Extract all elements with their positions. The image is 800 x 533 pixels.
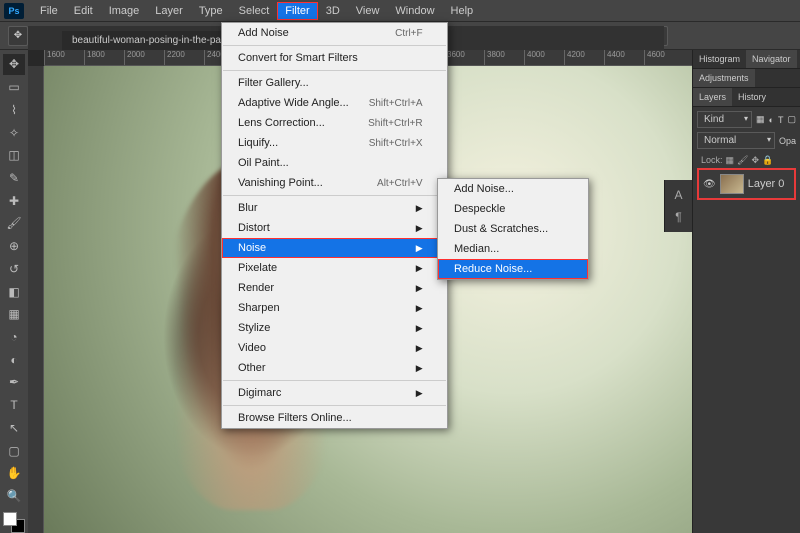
menu-filter[interactable]: Filter (277, 2, 317, 20)
layer-thumbnail[interactable] (720, 174, 744, 194)
lock-pixels-icon[interactable]: 🖌 (737, 155, 748, 166)
menu-type[interactable]: Type (191, 2, 231, 20)
paragraph-panel-icon[interactable]: ¶ (675, 210, 681, 224)
app-logo: Ps (4, 3, 24, 19)
filter-adjust-icon[interactable]: ◐ (769, 115, 774, 125)
collapsed-panel-dock: A ¶ (664, 180, 692, 232)
hand-tool[interactable]: ✋ (3, 463, 25, 484)
menu-3d[interactable]: 3D (318, 2, 348, 20)
menu-edit[interactable]: Edit (66, 2, 101, 20)
clone-tool[interactable]: ⊕ (3, 236, 25, 257)
filter-stylize[interactable]: Stylize▶ (222, 318, 447, 338)
path-tool[interactable]: ↖ (3, 418, 25, 439)
marquee-tool[interactable]: ▭ (3, 77, 25, 98)
tools-panel: ✥ ▭ ⌇ ✧ ◫ ✎ ✚ 🖌 ⊕ ↺ ◧ ▦ ◔ ◐ ✒ T ↖ ▢ ✋ 🔍 (0, 50, 28, 533)
tab-adjustments[interactable]: Adjustments (693, 69, 755, 87)
noise-reduce[interactable]: Reduce Noise... (438, 259, 588, 279)
filter-wide-angle[interactable]: Adaptive Wide Angle...Shift+Ctrl+A (222, 93, 447, 113)
noise-despeckle[interactable]: Despeckle (438, 199, 588, 219)
filter-gallery[interactable]: Filter Gallery... (222, 73, 447, 93)
magic-wand-tool[interactable]: ✧ (3, 122, 25, 143)
lock-all-icon[interactable]: 🔒 (762, 155, 773, 166)
filter-sharpen[interactable]: Sharpen▶ (222, 298, 447, 318)
healing-tool[interactable]: ✚ (3, 190, 25, 211)
dodge-tool[interactable]: ◐ (3, 349, 25, 370)
tab-history[interactable]: History (732, 88, 772, 106)
menu-layer[interactable]: Layer (147, 2, 191, 20)
eyedropper-tool[interactable]: ✎ (3, 168, 25, 189)
menu-bar: Ps File Edit Image Layer Type Select Fil… (0, 0, 800, 22)
filter-smart[interactable]: Convert for Smart Filters (222, 48, 447, 68)
layer-row-0[interactable]: 👁 Layer 0 (697, 168, 796, 200)
tab-navigator[interactable]: Navigator (746, 50, 797, 68)
filter-pixel-icon[interactable]: ▦ (756, 114, 765, 125)
filter-video[interactable]: Video▶ (222, 338, 447, 358)
tab-layers[interactable]: Layers (693, 88, 732, 106)
blend-mode-dropdown[interactable]: Normal (697, 132, 775, 149)
foreground-background-colors[interactable] (3, 512, 25, 533)
brush-tool[interactable]: 🖌 (3, 213, 25, 234)
crop-tool[interactable]: ◫ (3, 145, 25, 166)
filter-digimarc[interactable]: Digimarc▶ (222, 383, 447, 403)
layers-panel: Kind ▦ ◐ T ▢ Normal Opa Lock: ▦ 🖌 ✥ 🔒 👁 … (693, 107, 800, 204)
tab-histogram[interactable]: Histogram (693, 50, 746, 68)
filter-other[interactable]: Other▶ (222, 358, 447, 378)
filter-lens[interactable]: Lens Correction...Shift+Ctrl+R (222, 113, 447, 133)
pen-tool[interactable]: ✒ (3, 372, 25, 393)
filter-menu-dropdown: Add NoiseCtrl+F Convert for Smart Filter… (221, 22, 448, 429)
menu-image[interactable]: Image (101, 2, 148, 20)
history-brush-tool[interactable]: ↺ (3, 258, 25, 279)
filter-browse[interactable]: Browse Filters Online... (222, 408, 447, 428)
blur-tool[interactable]: ◔ (3, 327, 25, 348)
filter-type-icon[interactable]: T (778, 115, 784, 125)
noise-submenu: Add Noise... Despeckle Dust & Scratches.… (437, 178, 589, 280)
lasso-tool[interactable]: ⌇ (3, 99, 25, 120)
shape-tool[interactable]: ▢ (3, 440, 25, 461)
noise-dust[interactable]: Dust & Scratches... (438, 219, 588, 239)
panel-dock: Histogram Navigator Adjustments Layers H… (692, 50, 800, 533)
move-tool-icon[interactable]: ✥ (8, 26, 28, 46)
menu-view[interactable]: View (348, 2, 388, 20)
lock-transparency-icon[interactable]: ▦ (726, 155, 735, 166)
filter-blur[interactable]: Blur▶ (222, 198, 447, 218)
noise-median[interactable]: Median... (438, 239, 588, 259)
gradient-tool[interactable]: ▦ (3, 304, 25, 325)
eraser-tool[interactable]: ◧ (3, 281, 25, 302)
menu-help[interactable]: Help (443, 2, 482, 20)
noise-add[interactable]: Add Noise... (438, 179, 588, 199)
opacity-label: Opa (779, 136, 796, 146)
lock-label: Lock: (701, 155, 723, 166)
layer-visibility-icon[interactable]: 👁 (703, 179, 716, 190)
filter-last[interactable]: Add NoiseCtrl+F (222, 23, 447, 43)
ruler-vertical (28, 66, 44, 533)
filter-liquify[interactable]: Liquify...Shift+Ctrl+X (222, 133, 447, 153)
character-panel-icon[interactable]: A (674, 188, 682, 202)
zoom-tool[interactable]: 🔍 (3, 486, 25, 507)
filter-vanish[interactable]: Vanishing Point...Alt+Ctrl+V (222, 173, 447, 193)
filter-distort[interactable]: Distort▶ (222, 218, 447, 238)
lock-position-icon[interactable]: ✥ (751, 155, 759, 166)
type-tool[interactable]: T (3, 395, 25, 416)
menu-select[interactable]: Select (231, 2, 278, 20)
filter-render[interactable]: Render▶ (222, 278, 447, 298)
move-tool[interactable]: ✥ (3, 54, 25, 75)
layer-filter-kind[interactable]: Kind (697, 111, 752, 128)
filter-pixelate[interactable]: Pixelate▶ (222, 258, 447, 278)
filter-noise[interactable]: Noise▶ (222, 238, 447, 258)
filter-oil[interactable]: Oil Paint... (222, 153, 447, 173)
layer-name[interactable]: Layer 0 (748, 178, 785, 190)
menu-window[interactable]: Window (387, 2, 442, 20)
filter-shape-icon[interactable]: ▢ (787, 114, 796, 125)
menu-file[interactable]: File (32, 2, 66, 20)
